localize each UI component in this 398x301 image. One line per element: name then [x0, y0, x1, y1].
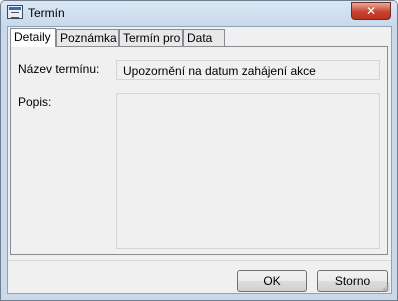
- ok-button[interactable]: OK: [237, 270, 307, 292]
- close-button[interactable]: ✕: [351, 2, 391, 20]
- title-bar[interactable]: Termín ✕: [1, 1, 397, 26]
- description-label: Popis:: [18, 95, 52, 109]
- tab-detaily[interactable]: Detaily: [10, 28, 56, 47]
- tab-poznamka[interactable]: Poznámka: [56, 29, 119, 46]
- calendar-app-icon: [7, 5, 23, 19]
- footer-divider: [8, 260, 391, 261]
- close-icon: ✕: [365, 4, 377, 18]
- tab-data[interactable]: Data: [183, 29, 225, 46]
- tab-panel-detaily: Název termínu: Upozornění na datum zaháj…: [10, 46, 388, 255]
- tab-termin-pro[interactable]: Termín pro: [119, 29, 183, 46]
- description-field[interactable]: [116, 93, 380, 249]
- cancel-button[interactable]: Storno: [317, 270, 388, 292]
- window-title: Termín: [28, 6, 65, 20]
- dialog-window: Termín ✕ Detaily Poznámka Termín pro Dat…: [0, 0, 398, 301]
- dialog-client-area: Detaily Poznámka Termín pro Data Název t…: [7, 26, 392, 294]
- name-label: Název termínu:: [18, 62, 100, 76]
- name-field[interactable]: Upozornění na datum zahájení akce: [116, 60, 380, 80]
